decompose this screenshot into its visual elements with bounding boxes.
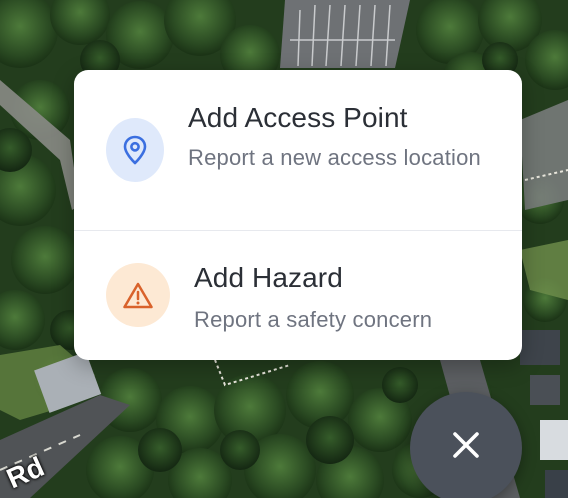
map-pin-icon — [123, 135, 147, 165]
hazard-icon-badge — [106, 263, 170, 327]
add-hazard-option[interactable]: Add Hazard Report a safety concern — [74, 231, 522, 360]
close-icon — [453, 432, 479, 458]
access-point-icon-badge — [106, 118, 164, 182]
warning-triangle-icon — [123, 282, 153, 309]
add-menu-popup: Add Access Point Report a new access loc… — [74, 70, 522, 360]
add-hazard-title: Add Hazard — [194, 262, 343, 293]
close-menu-button[interactable] — [410, 392, 522, 498]
add-access-point-description: Report a new access location — [188, 145, 481, 170]
add-access-point-title: Add Access Point — [188, 102, 408, 133]
add-access-point-option[interactable]: Add Access Point Report a new access loc… — [74, 70, 522, 230]
add-hazard-description: Report a safety concern — [194, 307, 433, 332]
